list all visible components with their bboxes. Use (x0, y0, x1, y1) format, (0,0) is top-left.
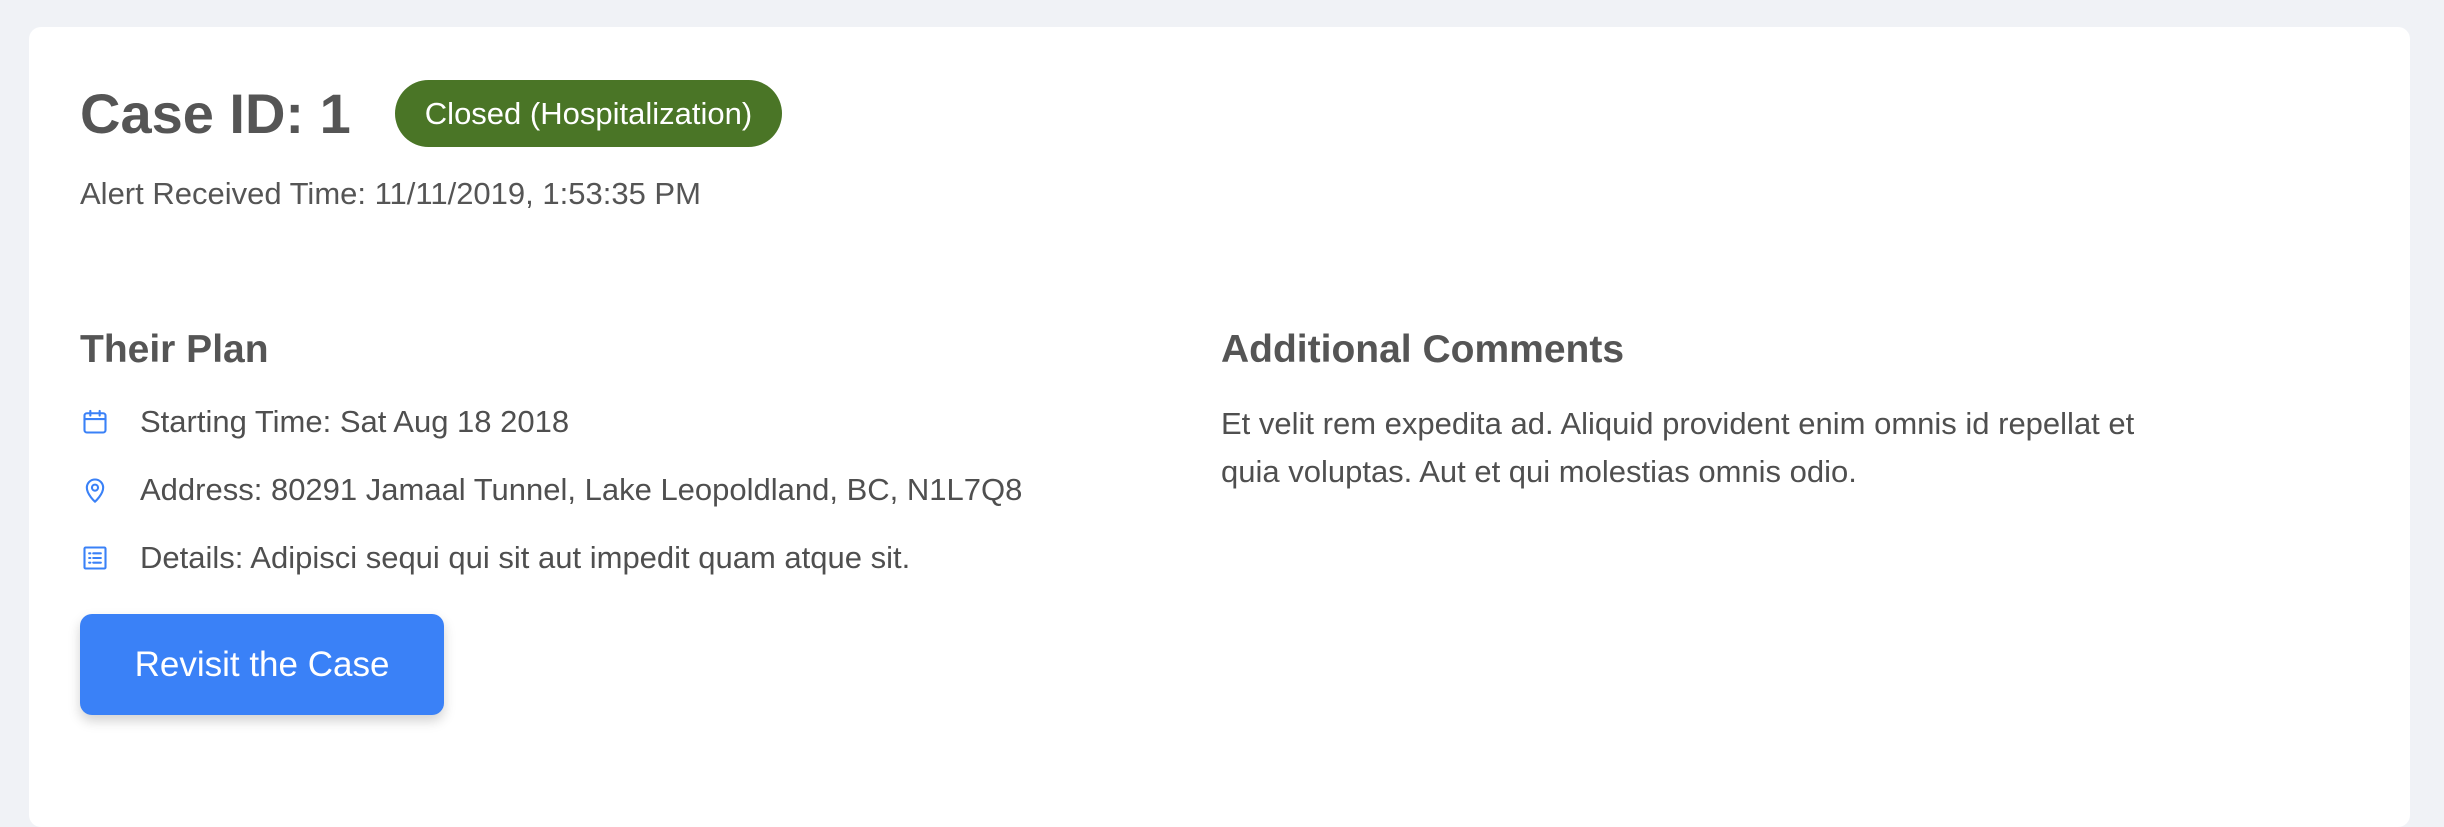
plan-item-label: Details: Adipisci sequi qui sit aut impe… (140, 540, 911, 575)
calendar-icon (80, 407, 110, 437)
location-pin-icon (80, 475, 110, 505)
their-plan-section: Their Plan Starting Time: Sat Aug 18 201… (80, 320, 1130, 592)
list-icon (80, 543, 110, 573)
additional-comments-text: Et velit rem expedita ad. Aliquid provid… (1221, 406, 2135, 489)
status-badge: Closed (Hospitalization) (394, 80, 783, 147)
case-header: Case ID: 1 Closed (Hospitalization) (80, 80, 783, 147)
additional-comments-title: Additional Comments (1221, 328, 1625, 371)
alert-received-time: Alert Received Time: 11/11/2019, 1:53:35… (80, 176, 701, 211)
case-title: Case ID: 1 (80, 81, 351, 145)
plan-item-starting-time: Starting Time: Sat Aug 18 2018 (80, 388, 1130, 456)
plan-item-address: Address: 80291 Jamaal Tunnel, Lake Leopo… (80, 456, 1130, 524)
their-plan-title: Their Plan (80, 328, 269, 371)
plan-item-details: Details: Adipisci sequi qui sit aut impe… (80, 524, 1130, 592)
plan-item-label: Address: 80291 Jamaal Tunnel, Lake Leopo… (140, 472, 1023, 507)
plan-list: Starting Time: Sat Aug 18 2018 Address: … (80, 388, 1130, 592)
additional-comments-section: Additional Comments Et velit rem expedit… (1221, 320, 2201, 496)
revisit-case-button[interactable]: Revisit the Case (80, 614, 444, 715)
plan-item-label: Starting Time: Sat Aug 18 2018 (140, 404, 570, 439)
